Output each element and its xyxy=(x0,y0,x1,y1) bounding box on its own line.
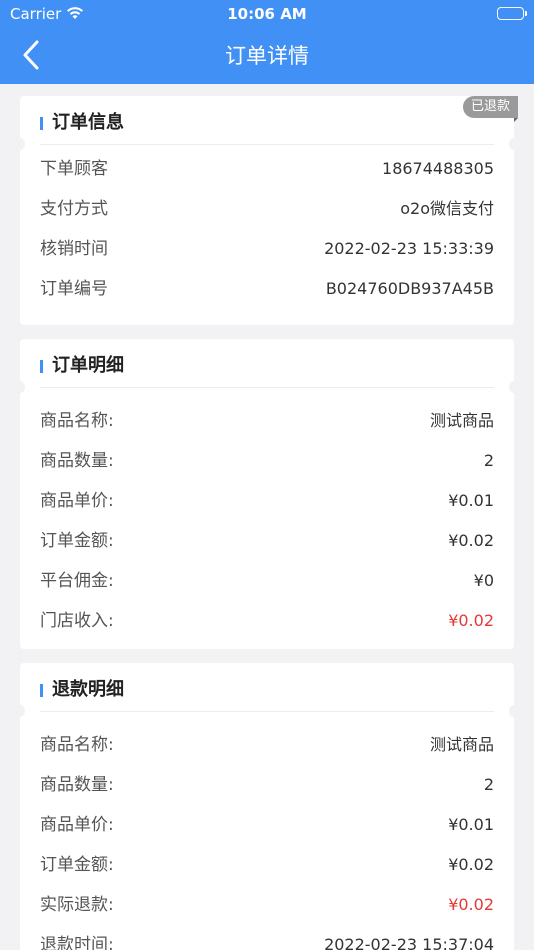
status-bar: Carrier 10:06 AM xyxy=(0,4,534,26)
order-detail-card: 订单明细 商品名称: 测试商品 商品数量: 2 商品单价: ¥0.01 订单金额: ¥0… xyxy=(15,339,519,649)
nav-bar: Carrier 10:06 AM 订单详情 xyxy=(0,0,534,84)
divider xyxy=(40,711,494,712)
divider xyxy=(40,144,494,145)
info-row: 订单编号 B024760DB937A45B xyxy=(40,269,494,309)
refund-row: 实际退款: ¥0.02 xyxy=(40,885,494,925)
detail-row: 平台佣金: ¥0 xyxy=(40,561,494,601)
detail-row: 商品名称: 测试商品 xyxy=(40,401,494,441)
row-value: 18674488305 xyxy=(382,159,494,178)
row-value: ¥0.01 xyxy=(448,491,494,510)
row-value: 2 xyxy=(483,775,494,794)
row-label: 下单顾客 xyxy=(40,159,108,179)
row-label: 订单金额: xyxy=(40,855,114,875)
row-value: ¥0.02 xyxy=(448,855,494,874)
battery-icon xyxy=(497,7,527,20)
refund-row: 退款时间: 2022-02-23 15:37:04 xyxy=(40,925,494,950)
refund-row: 订单金额: ¥0.02 xyxy=(40,845,494,885)
divider xyxy=(40,387,494,388)
row-label: 订单金额: xyxy=(40,531,114,551)
row-label: 订单编号 xyxy=(40,279,108,299)
store-income-value: ¥0.02 xyxy=(448,611,494,630)
row-value: 测试商品 xyxy=(429,411,494,430)
row-value: ¥0.02 xyxy=(448,531,494,550)
detail-row: 商品单价: ¥0.01 xyxy=(40,481,494,521)
row-label: 商品名称: xyxy=(40,411,114,431)
row-value: B024760DB937A45B xyxy=(325,279,494,298)
row-label: 平台佣金: xyxy=(40,571,114,591)
row-value: ¥0.01 xyxy=(448,815,494,834)
row-label: 商品单价: xyxy=(40,491,114,511)
page-title: 订单详情 xyxy=(225,44,309,68)
info-row: 下单顾客 18674488305 xyxy=(40,149,494,189)
row-label: 商品名称: xyxy=(40,735,114,755)
row-label: 实际退款: xyxy=(40,895,114,915)
status-badge: 已退款 xyxy=(462,96,519,122)
row-value: o2o微信支付 xyxy=(400,199,494,218)
detail-row: 门店收入: ¥0.02 xyxy=(40,601,494,641)
row-value: ¥0 xyxy=(473,571,494,590)
refund-row: 商品单价: ¥0.01 xyxy=(40,805,494,845)
row-label: 商品数量: xyxy=(40,451,114,471)
row-label: 支付方式 xyxy=(40,199,108,219)
refund-detail-card: 退款明细 商品名称: 测试商品 商品数量: 2 商品单价: ¥0.01 订单金额: ¥0… xyxy=(15,663,519,950)
card-title: 订单明细 xyxy=(40,353,124,379)
detail-row: 商品数量: 2 xyxy=(40,441,494,481)
row-label: 核销时间 xyxy=(40,239,108,259)
row-value: 测试商品 xyxy=(429,735,494,754)
clock: 10:06 AM xyxy=(227,5,307,23)
row-label: 门店收入: xyxy=(40,611,114,631)
row-label: 退款时间: xyxy=(40,935,114,950)
card-title: 退款明细 xyxy=(40,677,124,703)
detail-row: 订单金额: ¥0.02 xyxy=(40,521,494,561)
info-row: 支付方式 o2o微信支付 xyxy=(40,189,494,229)
row-value: 2022-02-23 15:37:04 xyxy=(324,935,494,950)
row-value: 2 xyxy=(483,451,494,470)
card-title: 订单信息 xyxy=(40,110,124,136)
row-label: 商品单价: xyxy=(40,815,114,835)
row-label: 商品数量: xyxy=(40,775,114,795)
info-row: 核销时间 2022-02-23 15:33:39 xyxy=(40,229,494,269)
refund-row: 商品名称: 测试商品 xyxy=(40,725,494,765)
actual-refund-value: ¥0.02 xyxy=(448,895,494,914)
row-value: 2022-02-23 15:33:39 xyxy=(324,239,494,258)
order-info-card: 订单信息 已退款 下单顾客 18674488305 支付方式 o2o微信支付 核销时… xyxy=(15,96,519,325)
refund-row: 商品数量: 2 xyxy=(40,765,494,805)
